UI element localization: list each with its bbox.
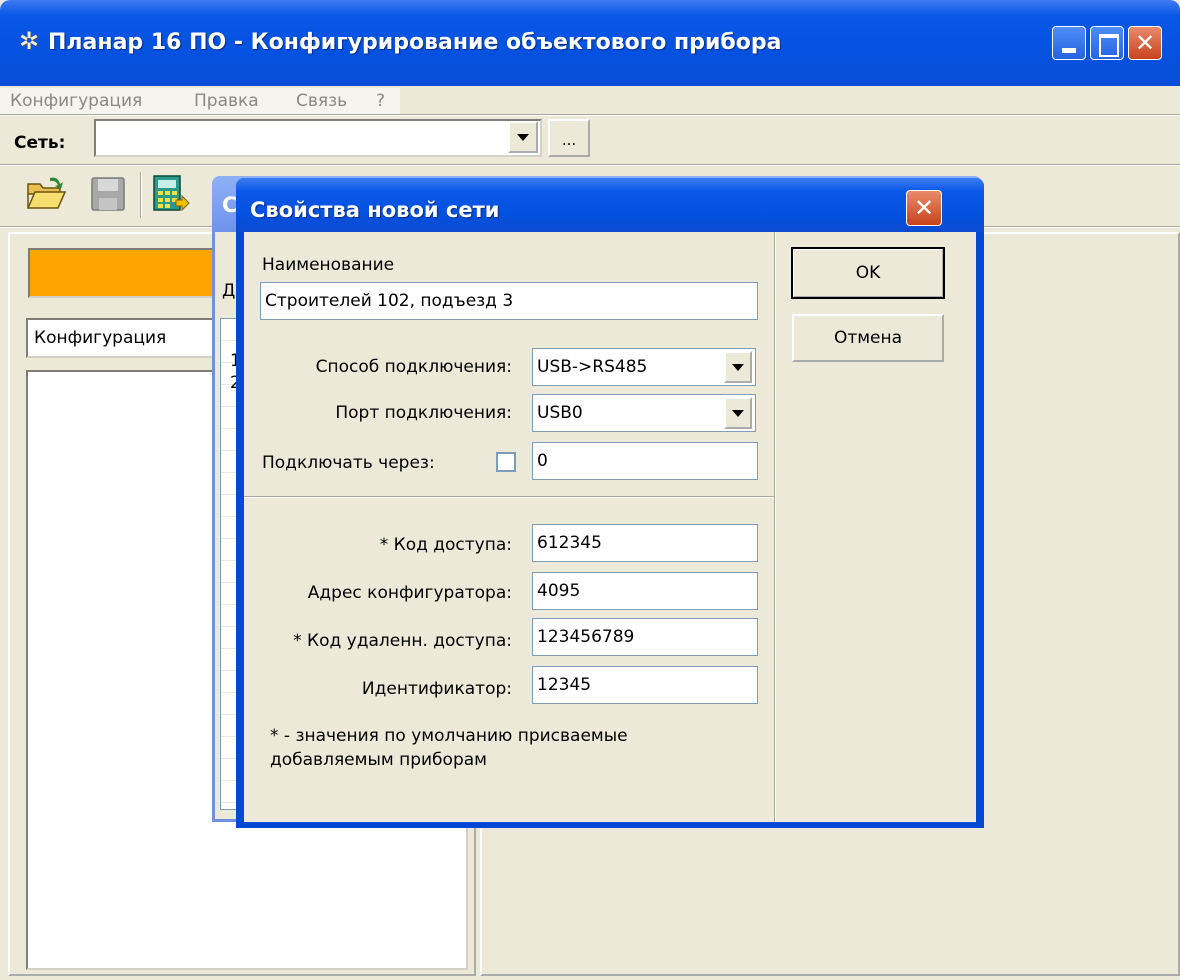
maximize-icon [1099,34,1119,57]
identifier-label: Идентификатор: [361,679,512,699]
dialog-close-button[interactable]: ✕ [906,190,942,226]
ok-button[interactable]: OK [791,247,945,299]
background-dialog-label-fragment: Д [222,281,236,301]
minimize-icon [1062,48,1076,53]
access-code-input[interactable]: 612345 [532,524,758,562]
dialog-vertical-separator [774,232,776,822]
configurator-address-input[interactable]: 4095 [532,572,758,610]
connection-port-label: Порт подключения: [335,403,512,423]
identifier-input[interactable]: 12345 [532,666,758,704]
name-input[interactable]: Строителей 102, подъезд 3 [260,282,758,320]
connection-port-select[interactable]: USB0 [532,394,756,432]
browse-button[interactable]: ... [548,119,590,157]
connection-method-select[interactable]: USB->RS485 [532,348,756,386]
menu-edit[interactable]: Правка [194,88,259,114]
gear-icon: ✲ [18,27,40,55]
connection-method-label: Способ подключения: [315,357,512,377]
config-label: Конфигурация [34,328,167,348]
identifier-value: 12345 [537,675,592,695]
window-title: Планар 16 ПО - Конфигурирование объектов… [48,30,782,55]
access-code-label: * Код доступа: [379,535,512,555]
dialog-title: Свойства новой сети [250,198,500,222]
menu-connection[interactable]: Связь [296,88,347,114]
menu-help[interactable]: ? [376,88,385,114]
remote-access-code-value: 123456789 [537,627,635,647]
connect-via-checkbox[interactable] [496,452,516,472]
connect-via-value: 0 [537,451,548,471]
close-icon: ✕ [1134,29,1156,57]
dialog-section-divider [244,496,774,498]
connection-method-dropdown-button[interactable] [724,351,752,383]
net-select[interactable] [94,119,542,157]
calculator-icon[interactable] [150,174,190,214]
net-label: Сеть: [14,133,66,153]
name-label: Наименование [262,255,395,275]
menu-divider [0,114,1180,116]
maximize-button[interactable] [1090,26,1124,60]
connect-via-label: Подключать через: [262,453,435,473]
close-button[interactable]: ✕ [1128,26,1162,60]
access-code-value: 612345 [537,533,602,553]
remote-access-code-input[interactable]: 123456789 [532,618,758,656]
connection-port-dropdown-button[interactable] [724,397,752,429]
configurator-address-label: Адрес конфигуратора: [307,583,512,603]
remote-access-code-label: * Код удаленн. доступа: [293,631,512,651]
chevron-down-icon [732,364,744,371]
chevron-down-icon [732,410,744,417]
name-value: Строителей 102, подъезд 3 [265,291,514,311]
toolbar-separator [140,172,142,218]
minimize-button[interactable] [1052,26,1086,60]
chevron-down-icon [517,134,529,141]
open-folder-icon[interactable] [26,174,66,214]
connection-method-value: USB->RS485 [537,357,648,377]
configurator-address-value: 4095 [537,581,581,601]
footnote-text: * - значения по умолчанию присваемые доб… [270,726,628,770]
cancel-button[interactable]: Отмена [792,314,944,362]
connect-via-input[interactable]: 0 [532,442,758,480]
close-icon: ✕ [913,194,935,222]
save-disk-icon[interactable] [88,174,128,214]
net-dropdown-button[interactable] [508,121,538,153]
menu-configuration[interactable]: Конфигурация [10,88,142,114]
connection-port-value: USB0 [537,403,583,423]
toolbar-divider [0,164,1180,166]
